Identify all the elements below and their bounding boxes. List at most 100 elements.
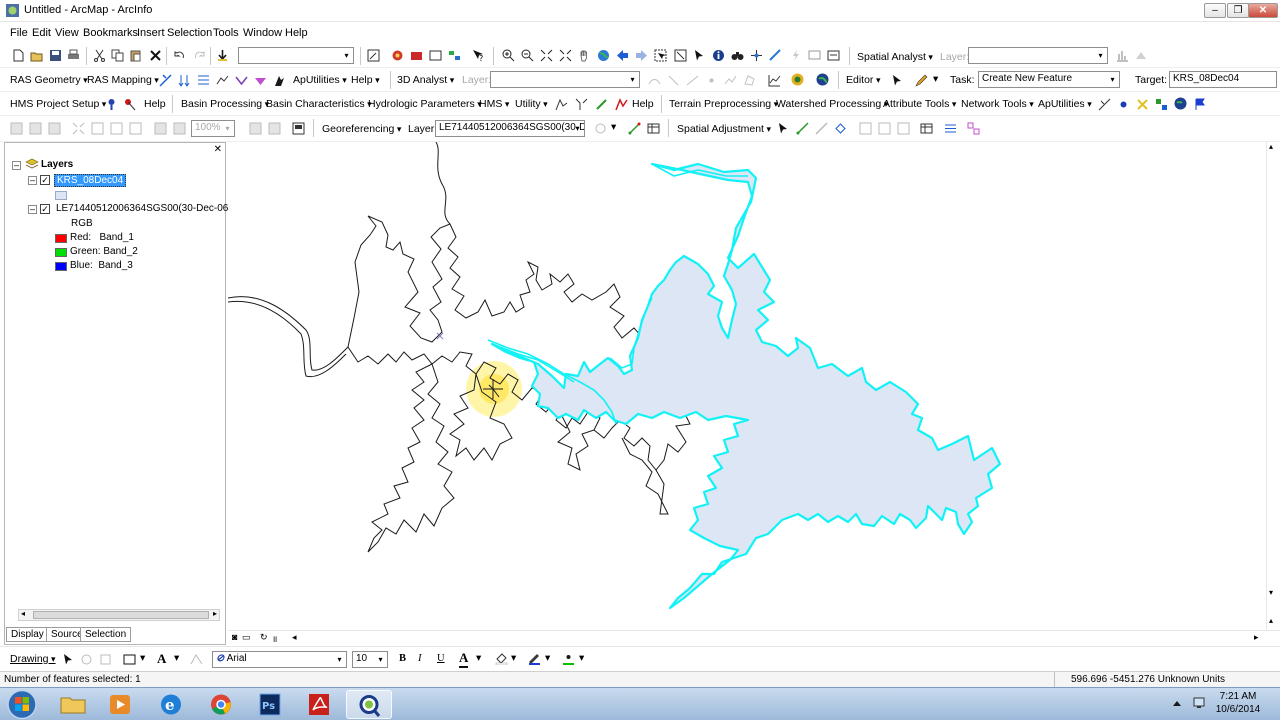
font-color-button[interactable]: A [459,650,469,668]
layer2-collapse-icon[interactable]: – [28,205,37,214]
start-button-icon[interactable] [6,689,38,720]
bold-button[interactable]: B [399,653,406,664]
select-features-icon[interactable] [654,49,667,62]
drawing-menu[interactable]: Drawing [10,653,56,665]
ras-tool-6-icon[interactable] [254,74,267,87]
layers-collapse-icon[interactable]: – [12,161,21,170]
layer1-symbol-swatch[interactable] [55,191,67,200]
sketch-dropdown-arrow[interactable]: ▾ [933,73,938,85]
map-scroll-up-arrow-2[interactable]: ▴ [1269,616,1273,625]
ras-tool-2-icon[interactable] [178,74,191,87]
open-folder-icon[interactable] [30,49,43,62]
rotate-icon[interactable] [594,122,607,135]
model-builder-icon[interactable] [448,49,461,62]
minimize-button[interactable]: – [1204,3,1226,18]
basin-tool-3-icon[interactable] [595,98,608,111]
layer1-visibility-checkbox[interactable]: ✓ [40,175,50,185]
arcglobe-icon[interactable] [816,73,829,86]
layout-forward-icon[interactable] [173,122,186,135]
find-binoculars-icon[interactable] [731,49,744,62]
time-slider-icon[interactable] [827,49,840,62]
spatial-analyst-menu[interactable]: Spatial Analyst [857,51,933,63]
utility-menu[interactable]: Utility [515,98,548,110]
interpolate-polygon-icon[interactable] [743,74,756,87]
ras-geometry-menu[interactable]: RAS Geometry [10,74,88,86]
arctoolbox-icon[interactable] [391,49,404,62]
copy-icon[interactable] [111,49,124,62]
steepest-path-icon[interactable] [667,74,680,87]
taskbar-acrobat-button[interactable] [296,690,342,719]
ras-tool-4-icon[interactable] [216,74,229,87]
georeferencing-menu[interactable]: Georeferencing [322,123,401,135]
identify-icon[interactable] [712,49,725,62]
text-dropdown-arrow[interactable]: ▾ [174,652,179,664]
histogram-icon[interactable] [1116,49,1129,62]
archydro-flag-icon[interactable] [1194,98,1207,111]
delete-icon[interactable] [149,49,162,62]
taskbar-photoshop-button[interactable]: Ps [247,690,293,719]
tab-display[interactable]: Display [6,627,49,642]
undo-icon[interactable] [173,49,186,62]
new-text-button[interactable]: A [157,651,166,667]
profile-graph-icon[interactable] [768,74,781,87]
new-document-icon[interactable] [12,49,25,62]
basin-tool-2-icon[interactable] [575,98,588,111]
hms-menu[interactable]: HMS [479,98,509,110]
layout-fixed-zoom-in-icon[interactable] [72,122,85,135]
hms-point-icon[interactable] [124,98,137,111]
toggle-draft-mode-icon[interactable] [249,122,262,135]
sa-identity-link-icon[interactable] [859,122,872,135]
sa-multi-link-icon[interactable] [834,122,847,135]
measure-icon[interactable] [769,49,782,62]
arcscene-icon[interactable] [791,73,804,86]
go-forward-icon[interactable] [635,49,648,62]
archydro-tool-3-icon[interactable] [1136,98,1149,111]
sa-new-displacement-link-icon[interactable] [796,122,809,135]
layout-zoom-out-icon[interactable] [29,122,42,135]
menu-window[interactable]: Window [243,27,282,39]
go-to-xy-icon[interactable] [750,49,763,62]
layout-view-button[interactable]: ▭ [242,632,251,643]
print-icon[interactable] [67,49,80,62]
pan-hand-icon[interactable] [578,49,591,62]
basin-help-link[interactable]: Help [632,98,654,110]
rectangle-dropdown-arrow[interactable]: ▾ [140,652,145,664]
toc-close-icon[interactable]: ✕ [214,144,222,155]
font-color-dropdown[interactable]: ▾ [476,652,481,664]
font-size-combo[interactable]: 10 ▾ [352,651,388,668]
clear-selection-icon[interactable] [674,49,687,62]
layer1-collapse-icon[interactable]: – [28,176,37,185]
ras-tool-5-icon[interactable] [235,74,248,87]
maximize-button[interactable]: ❐ [1227,3,1249,18]
network-tools-menu[interactable]: Network Tools [961,98,1034,110]
line-color-pen-icon[interactable] [528,652,541,665]
redo-icon[interactable] [193,49,206,62]
layer1-name[interactable]: KRS_08Dec04 [54,174,127,187]
edit-tool-icon[interactable] [891,74,904,87]
task-combo[interactable]: Create New Feature ▾ [978,71,1120,88]
aputilities-icon[interactable] [273,74,286,87]
sa-link-table-icon[interactable] [920,122,933,135]
scroll-right-arrow[interactable]: ▸ [213,609,217,618]
flow-path-icon[interactable] [615,98,628,111]
close-button[interactable]: ✕ [1248,3,1278,18]
hms-tool-icon[interactable] [105,98,118,111]
archydro-tool-2-icon[interactable] [1117,98,1130,111]
aputilities-menu[interactable]: ApUtilities [293,74,347,86]
menu-bookmarks[interactable]: Bookmarks [83,27,138,39]
menu-edit[interactable]: Edit [32,27,51,39]
spatial-analyst-layer-combo[interactable]: ▾ [968,47,1108,64]
sa-modify-link-icon[interactable] [815,122,828,135]
ras-mapping-menu[interactable]: RAS Mapping [87,74,159,86]
archydro-aputilities-menu[interactable]: ApUtilities [1038,98,1092,110]
rotate-dropdown-arrow[interactable]: ▾ [611,121,616,133]
taskbar-ie-button[interactable]: e [148,690,194,719]
georeferencing-layer-combo[interactable]: LE71440512006364SGS00(30-Dec ▾ [435,120,585,137]
layout-back-icon[interactable] [154,122,167,135]
save-icon[interactable] [49,49,62,62]
taskbar-media-player-button[interactable] [97,690,143,719]
zoom-out-icon[interactable] [521,49,534,62]
data-view-button[interactable]: ◙ [232,632,237,642]
sa-clear-area-icon[interactable] [897,122,910,135]
sa-select-icon[interactable] [777,122,790,135]
